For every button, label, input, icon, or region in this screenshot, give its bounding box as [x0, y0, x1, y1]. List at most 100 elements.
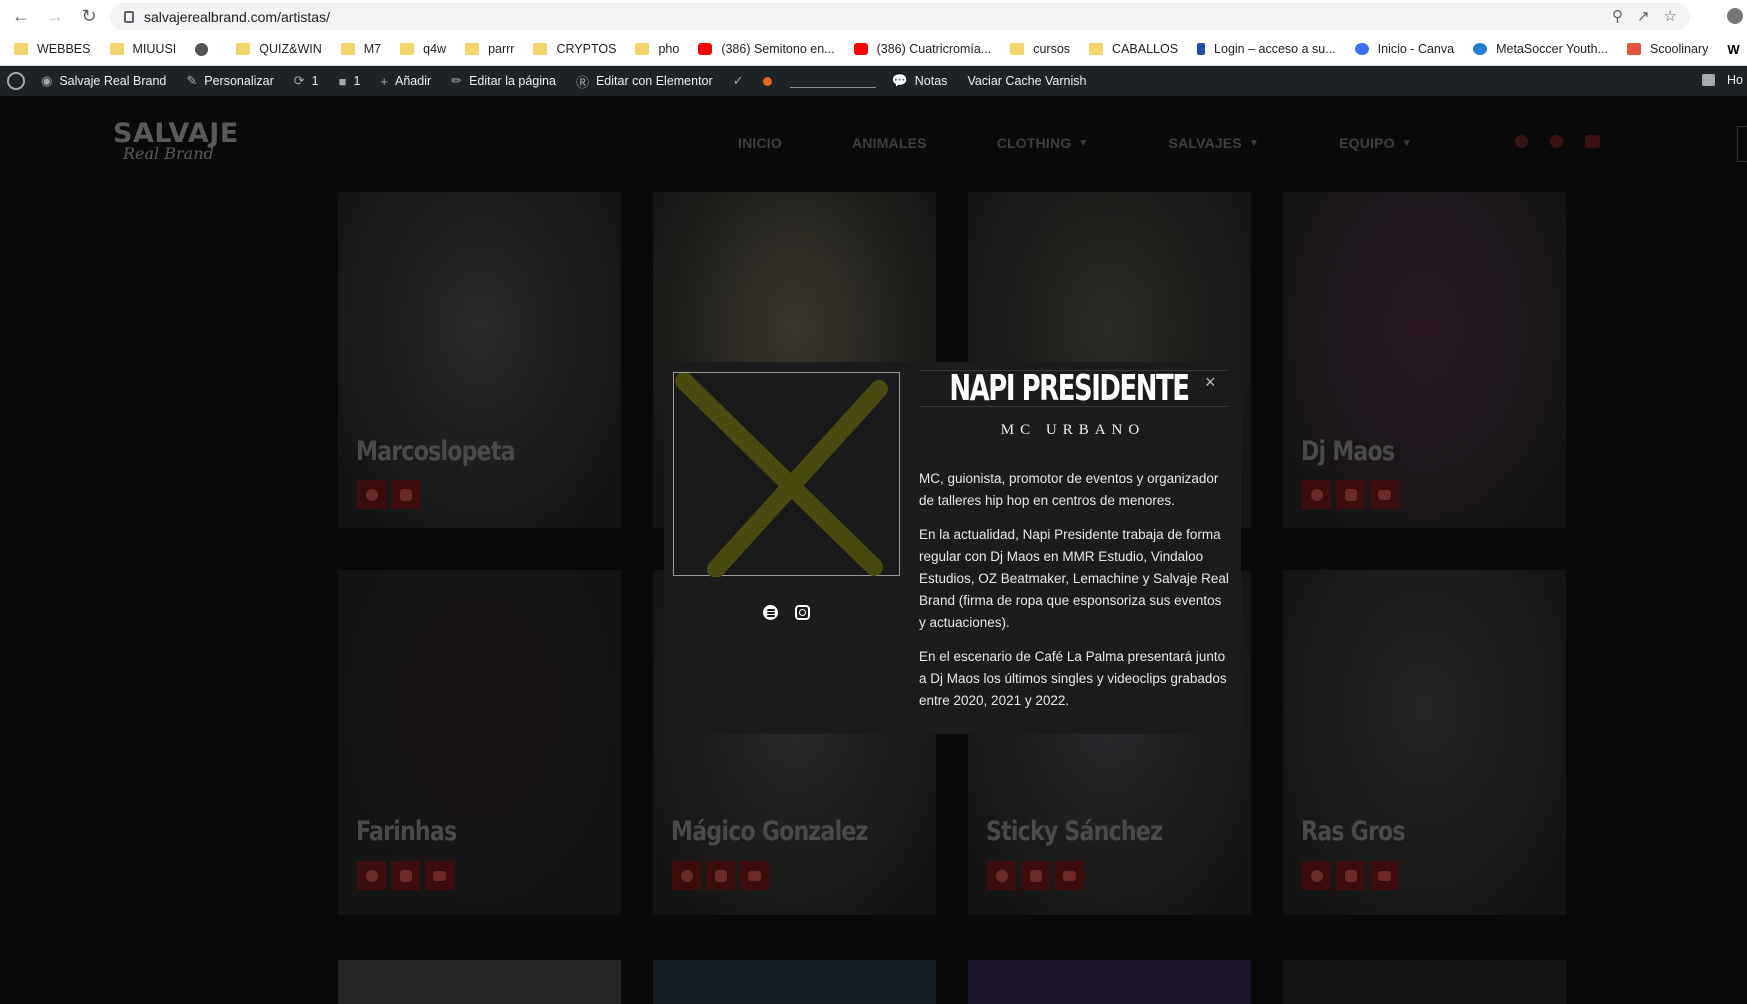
bookmark-label: cursos: [1033, 42, 1071, 56]
wp-admin-bar: ◉ Salvaje Real Brand ✎ Personalizar ⟳ 1 ■ 1 …: [0, 66, 1747, 96]
bookmark-item[interactable]: [195, 42, 217, 56]
yt-icon: [853, 43, 868, 55]
folder-icon: [400, 43, 415, 55]
seo-status-dot: [762, 76, 772, 86]
folder-icon: [14, 43, 28, 55]
folder-icon: [109, 43, 124, 55]
artist-photo-placeholder: [673, 372, 900, 578]
bookmarks-bar: WEBBES MIUUSI QUIZ&WIN M7 q4w parrr CRYPTOS pho…: [0, 33, 1747, 66]
folder-icon: [340, 43, 355, 55]
stats-sparkline[interactable]: [789, 74, 876, 88]
lock-icon: [124, 10, 134, 23]
bookmark-label: Inicio - Canva: [1377, 42, 1455, 56]
bookmark-label: parrr: [488, 42, 515, 56]
folder-icon: [1089, 43, 1104, 55]
comment-icon: ■: [338, 73, 347, 89]
bio-paragraph: En la actualidad, Napi Presidente trabaj…: [919, 527, 1229, 630]
wp-purge-cache[interactable]: Vaciar Cache Varnish: [967, 74, 1086, 88]
wp-notes[interactable]: 💬 Notas: [892, 73, 948, 89]
bio-paragraph: MC, guionista, promotor de eventos y org…: [919, 471, 1219, 508]
bookmark-label: (386) Cuatricromía...: [876, 42, 992, 56]
bookmark-label: Scoolinary: [1649, 42, 1709, 56]
bookmark-item[interactable]: parrr: [465, 42, 514, 56]
bookmark-label: M7: [363, 42, 382, 56]
forward-icon[interactable]: →: [42, 4, 68, 30]
zoom-icon[interactable]: ⚲: [1612, 7, 1623, 25]
wp-comments[interactable]: ■ 1: [339, 74, 361, 89]
bookmark-item[interactable]: M7: [340, 42, 382, 56]
yoast-icon[interactable]: ✓: [733, 73, 751, 89]
bookmark-item[interactable]: MetaSoccer Youth...: [1473, 42, 1608, 56]
wp-site-name[interactable]: ◉ Salvaje Real Brand: [41, 73, 166, 89]
plus-icon: +: [380, 73, 389, 89]
address-bar-tools: ⚲ ↗ ☆: [1612, 7, 1677, 25]
url-text: salvajerealbrand.com/artistas/: [144, 8, 330, 25]
pencil-icon: ✏: [451, 73, 463, 88]
modal-social-icons: [763, 605, 810, 620]
folder-icon: [236, 43, 251, 55]
bookmark-label: q4w: [423, 42, 447, 56]
close-icon[interactable]: ×: [1205, 373, 1216, 391]
bookmark-label: MIUUSI: [132, 42, 177, 56]
wp-howdy[interactable]: Ho: [1727, 73, 1743, 87]
folder-icon: [635, 43, 650, 55]
address-bar[interactable]: salvajerealbrand.com/artistas/: [110, 3, 1690, 30]
instagram-icon[interactable]: [795, 605, 810, 620]
wp-updates[interactable]: ⟳ 1: [294, 73, 319, 89]
bookmark-item[interactable]: CRYPTOS: [533, 42, 616, 56]
canva-icon: [1354, 43, 1369, 55]
w-icon: W: [1727, 41, 1740, 57]
bookmark-item[interactable]: pho: [635, 42, 679, 56]
bookmark-label: (386) Semitono en...: [721, 42, 835, 56]
bookmark-item[interactable]: Login – acceso a su...: [1197, 42, 1336, 56]
bookmark-item[interactable]: CABALLOS: [1089, 42, 1178, 56]
bookmark-item[interactable]: q4w: [400, 42, 446, 56]
yt-icon: [698, 43, 713, 55]
bookmark-item[interactable]: Inicio - Canva: [1354, 42, 1455, 56]
share-icon[interactable]: ↗: [1637, 7, 1650, 25]
brush-icon: ✎: [186, 73, 198, 88]
elementor-icon: Ⓡ: [575, 74, 589, 90]
folder-icon: [533, 43, 548, 55]
bookmark-item[interactable]: cursos: [1010, 42, 1070, 56]
modal-subtitle: MC URBANO: [1000, 422, 1146, 438]
bookmark-label: MetaSoccer Youth...: [1496, 42, 1608, 56]
bookmark-label: CRYPTOS: [556, 42, 617, 56]
bookmark-item[interactable]: QUIZ&WIN: [236, 42, 322, 56]
dashboard-icon: ◉: [41, 73, 53, 88]
meta-icon: [1473, 43, 1488, 55]
folder-icon: [1010, 43, 1025, 55]
globe-icon: [195, 42, 209, 56]
x-mark-icon: [675, 372, 888, 578]
wp-customize[interactable]: ✎ Personalizar: [186, 73, 273, 89]
bookmark-label: WEBBES: [37, 42, 91, 56]
bio-paragraph: En el escenario de Café La Palma present…: [919, 649, 1227, 708]
bookmark-item[interactable]: (386) Cuatricromía...: [853, 42, 992, 56]
profile-avatar[interactable]: [1727, 8, 1743, 24]
bookmark-item[interactable]: WEBBES: [14, 42, 91, 56]
bookmark-star-icon[interactable]: ☆: [1664, 7, 1677, 25]
bookmark-item[interactable]: (386) Semitono en...: [698, 42, 835, 56]
modal-bio: MC, guionista, promotor de eventos y org…: [919, 468, 1231, 724]
wp-add-new[interactable]: + Añadir: [380, 74, 431, 89]
reload-icon[interactable]: ↻: [76, 4, 102, 30]
bookmark-label: Login – acceso a su...: [1214, 42, 1336, 56]
back-icon[interactable]: ←: [8, 4, 34, 30]
updates-icon: ⟳: [293, 73, 305, 88]
site-page: SALVAJE Real Brand INICIO ANIMALES CLOTHIN…: [0, 96, 1747, 1004]
wordpress-logo-icon[interactable]: [7, 72, 25, 90]
wp-edit-page[interactable]: ✏ Editar la página: [451, 73, 556, 89]
artist-modal: NAPI PRESIDENTE × MC URBANO MC, guionist…: [664, 362, 1241, 734]
folder-icon: [465, 43, 480, 55]
bookmark-item[interactable]: WTienda de Skate en...: [1727, 42, 1747, 57]
browser-toolbar: ← → ↻ salvajerealbrand.com/artistas/ ⚲ ↗…: [0, 0, 1747, 33]
wp-edit-elementor[interactable]: Ⓡ Editar con Elementor: [576, 72, 713, 91]
spotify-icon[interactable]: [763, 605, 778, 620]
blue-icon: [1197, 43, 1206, 55]
bookmark-label: CABALLOS: [1112, 42, 1179, 56]
bookmark-label: pho: [658, 42, 680, 56]
notes-icon: 💬: [891, 73, 908, 88]
bookmark-item[interactable]: MIUUSI: [109, 42, 177, 56]
bookmark-item[interactable]: Scoolinary: [1626, 42, 1709, 56]
notifications-icon[interactable]: [1702, 74, 1716, 86]
